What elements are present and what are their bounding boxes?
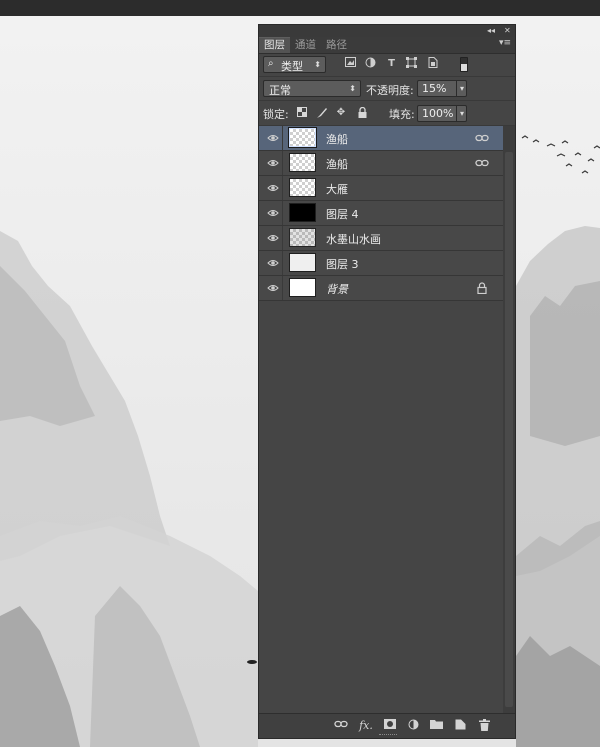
visibility-eye-icon[interactable] [267, 132, 279, 144]
filter-row: ⌕ 类型 ⬍ T [259, 54, 515, 77]
panel-header: ◂◂ ✕ [259, 25, 515, 37]
divider [282, 226, 283, 250]
lock-row: 锁定: ✥ 填充: 100% ▾ [259, 101, 515, 126]
layer-row[interactable]: 背景 [259, 276, 515, 301]
chevron-down-icon[interactable]: ▾ [455, 106, 464, 122]
filter-toggle-switch[interactable] [460, 57, 468, 72]
layer-thumbnail[interactable] [289, 203, 316, 222]
link-icon [475, 134, 489, 142]
fishing-boat [247, 660, 257, 664]
layer-name[interactable]: 背景 [326, 281, 348, 297]
blend-mode-label: 正常 [269, 84, 291, 97]
collapse-icon[interactable]: ◂◂ [487, 25, 495, 37]
layer-name[interactable]: 水墨山水画 [326, 231, 381, 247]
fill-field[interactable]: 100% ▾ [417, 105, 467, 122]
layer-row[interactable]: 渔船 [259, 151, 515, 176]
lock-image-pixels-icon[interactable] [316, 107, 328, 119]
opacity-value: 15% [422, 82, 447, 95]
adjustment-layer-icon[interactable] [406, 719, 420, 733]
opacity-field[interactable]: 15% ▾ [417, 80, 467, 97]
lock-icon [477, 282, 487, 294]
lock-position-icon[interactable]: ✥ [335, 107, 347, 119]
adjustment-filter-icon[interactable] [364, 57, 377, 70]
tab-layers[interactable]: 图层 [259, 37, 290, 53]
layer-row[interactable]: 图层 3 [259, 251, 515, 276]
layer-thumbnail[interactable] [289, 153, 316, 172]
visibility-eye-icon[interactable] [267, 282, 279, 294]
divider [282, 176, 283, 200]
layer-name[interactable]: 渔船 [326, 131, 348, 147]
divider [282, 151, 283, 175]
divider [282, 251, 283, 275]
layers-list: 渔船 渔船 大雁 图层 4 水墨山水画 图层 3 背景 [259, 126, 515, 301]
layer-thumbnail[interactable] [289, 228, 316, 247]
layers-panel: ◂◂ ✕ 图层 通道 路径 ▾≡ ⌕ 类型 ⬍ T 正常 ⬍ 不透明度: 15%… [258, 24, 516, 739]
visibility-eye-icon[interactable] [267, 207, 279, 219]
layer-row[interactable]: 大雁 [259, 176, 515, 201]
fx-icon[interactable]: fx. [359, 719, 373, 733]
layer-thumbnail[interactable] [289, 253, 316, 272]
divider [282, 276, 283, 300]
blend-mode-dropdown[interactable]: 正常 ⬍ [263, 80, 361, 97]
link-icon [475, 159, 489, 167]
visibility-eye-icon[interactable] [267, 232, 279, 244]
layer-row[interactable]: 图层 4 [259, 201, 515, 226]
resize-grip[interactable] [379, 734, 397, 737]
shape-filter-icon[interactable] [405, 57, 418, 70]
close-icon[interactable]: ✕ [504, 25, 511, 37]
updown-arrow-icon: ⬍ [349, 84, 356, 93]
panel-footer-toolbar: fx. [259, 713, 515, 738]
panel-menu-icon[interactable]: ▾≡ [499, 38, 511, 48]
layer-row[interactable]: 渔船 [259, 126, 515, 151]
layer-name[interactable]: 图层 3 [326, 256, 359, 272]
layer-thumbnail[interactable] [289, 178, 316, 197]
app-top-bar [0, 0, 600, 16]
fill-value: 100% [422, 107, 454, 120]
layer-mask-icon[interactable] [383, 719, 397, 733]
visibility-eye-icon[interactable] [267, 157, 279, 169]
search-icon: ⌕ [268, 58, 274, 69]
divider [282, 201, 283, 225]
layer-thumbnail[interactable] [288, 127, 317, 148]
chevron-down-icon[interactable]: ▾ [455, 81, 464, 97]
visibility-eye-icon[interactable] [267, 182, 279, 194]
layer-row[interactable]: 水墨山水画 [259, 226, 515, 251]
opacity-label: 不透明度: [366, 84, 414, 97]
layer-name[interactable]: 大雁 [326, 181, 348, 197]
divider [282, 126, 283, 150]
blend-row: 正常 ⬍ 不透明度: 15% ▾ [259, 77, 515, 101]
layer-name[interactable]: 渔船 [326, 156, 348, 172]
layers-scrollbar[interactable] [503, 126, 515, 714]
panel-tabs: 图层 通道 路径 ▾≡ [259, 37, 515, 54]
new-layer-icon[interactable] [453, 719, 467, 733]
lock-transparent-pixels-icon[interactable] [296, 107, 308, 119]
delete-layer-icon[interactable] [477, 719, 491, 733]
tab-channels[interactable]: 通道 [290, 38, 321, 53]
lock-all-icon[interactable] [356, 106, 368, 119]
layer-name[interactable]: 图层 4 [326, 206, 359, 222]
fill-label: 填充: [389, 108, 415, 121]
layer-thumbnail[interactable] [289, 278, 316, 297]
visibility-eye-icon[interactable] [267, 257, 279, 269]
text-filter-icon[interactable]: T [385, 57, 398, 70]
link-layers-icon[interactable] [334, 719, 348, 733]
filter-kind-label: 类型 [281, 60, 303, 73]
image-filter-icon[interactable] [344, 57, 357, 70]
new-group-icon[interactable] [429, 719, 443, 733]
lock-label: 锁定: [263, 108, 289, 121]
tab-paths[interactable]: 路径 [321, 38, 352, 53]
smart-object-filter-icon[interactable] [426, 57, 439, 70]
filter-kind-dropdown[interactable]: ⌕ 类型 ⬍ [263, 56, 326, 73]
updown-arrow-icon: ⬍ [314, 60, 321, 69]
